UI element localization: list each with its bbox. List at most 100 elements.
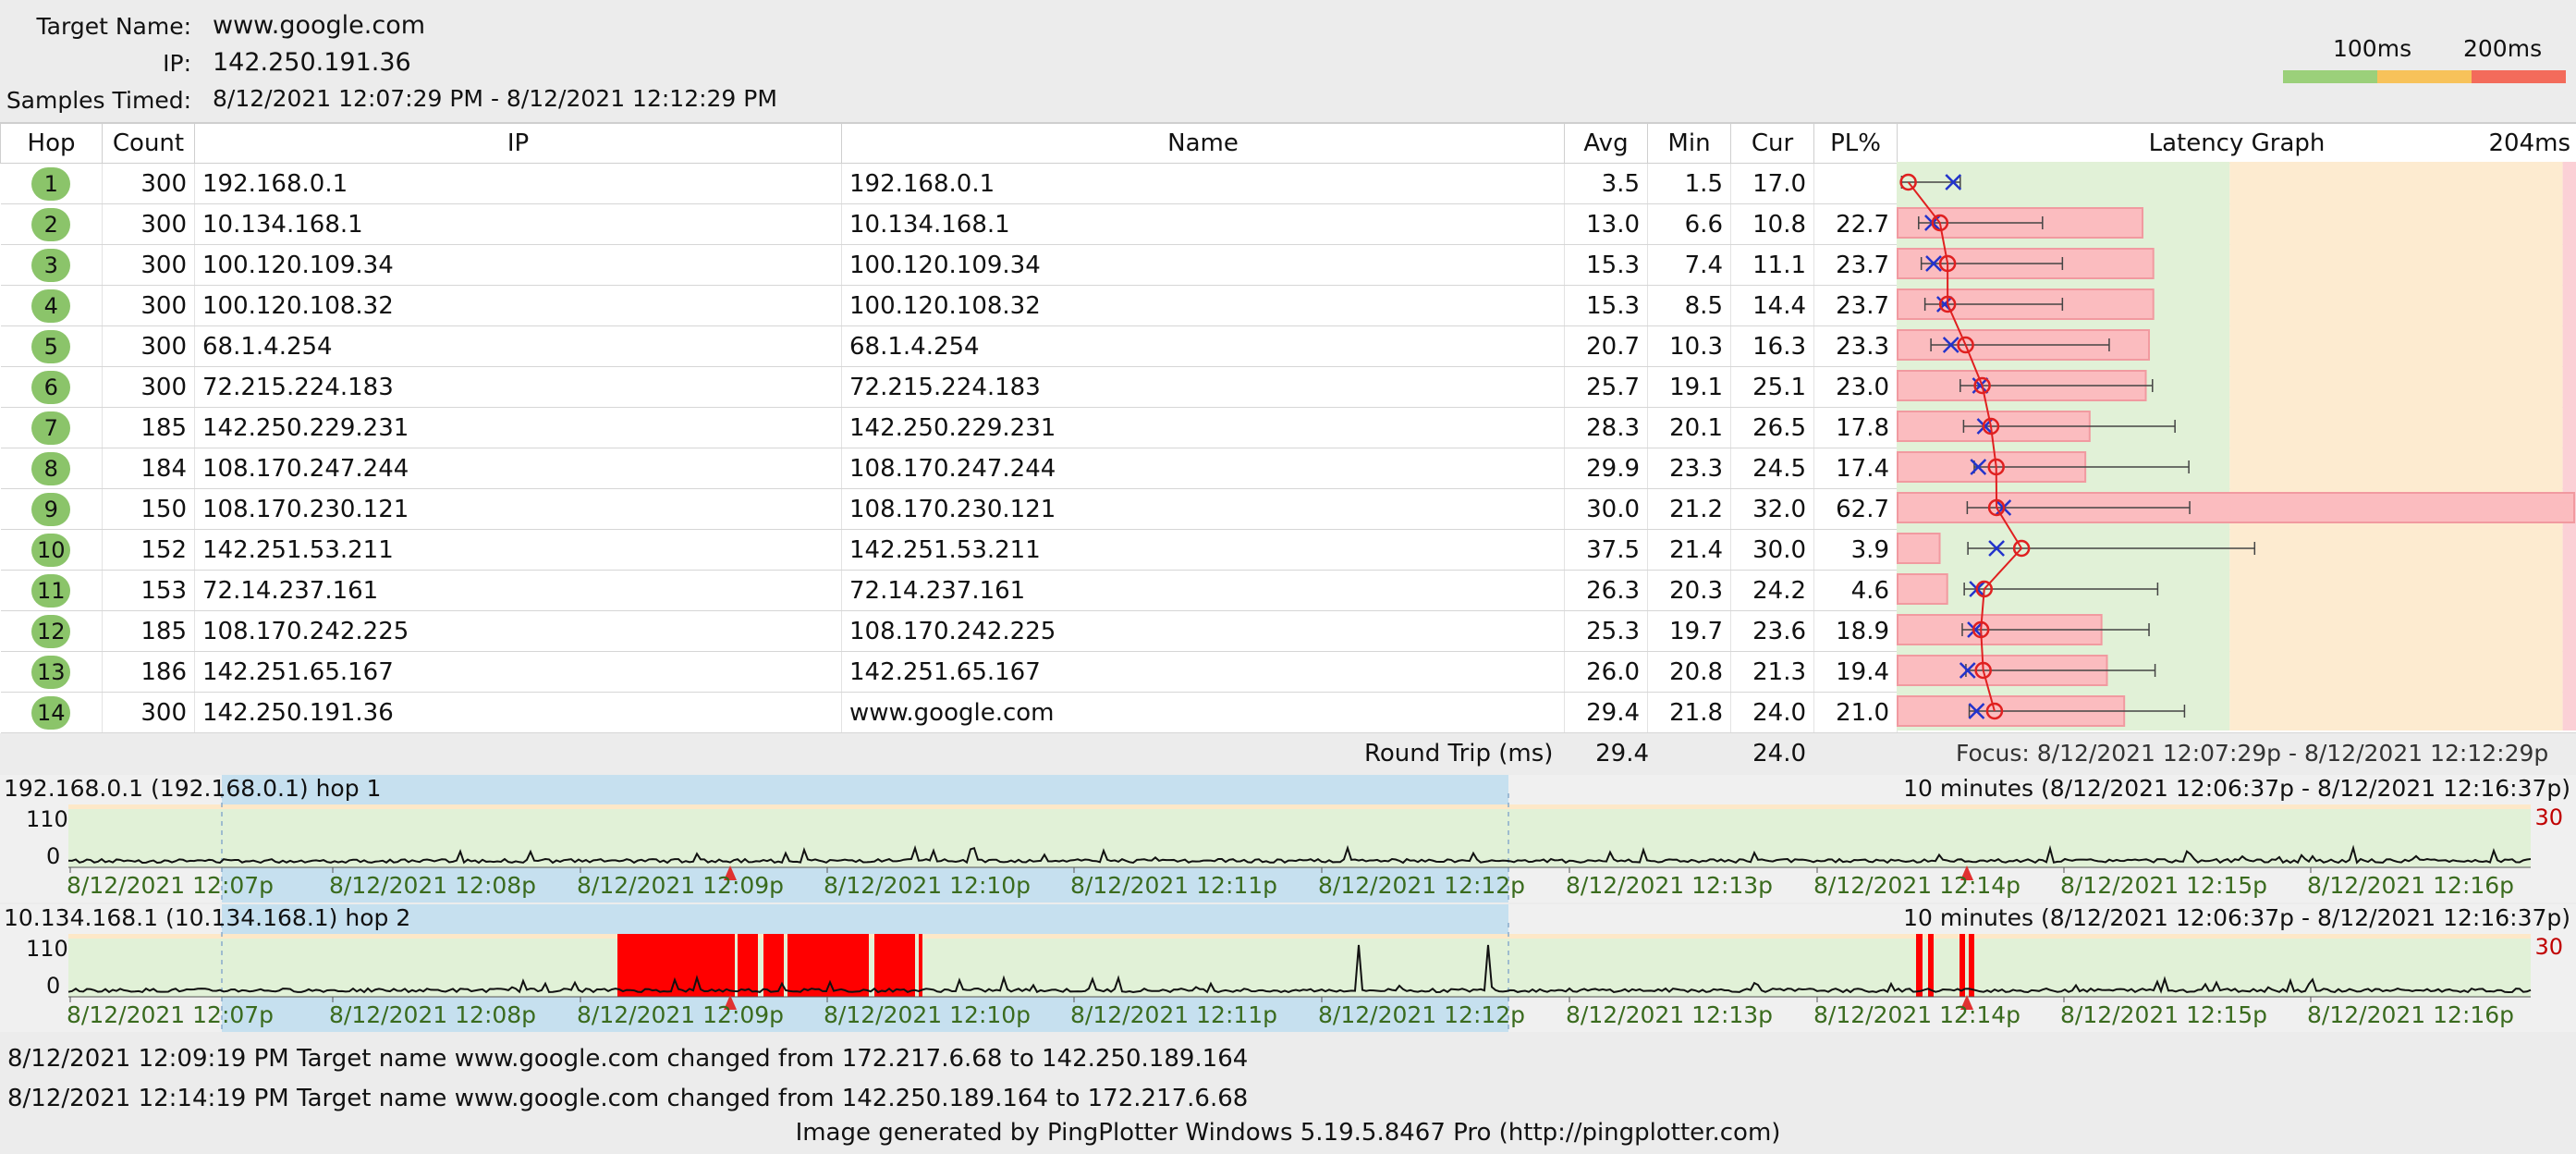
col-header-hop[interactable]: Hop [0, 122, 103, 164]
round-trip-label: Round Trip (ms) [1364, 740, 1554, 767]
x-axis-tick-label: 8/12/2021 12:07p [67, 1001, 275, 1028]
cell-cur: 14.4 [1730, 285, 1814, 326]
zone-warn [2229, 162, 2563, 730]
x-axis-tick-label: 8/12/2021 12:10p [824, 872, 1032, 899]
cell-name: 142.250.229.231 [841, 407, 1565, 448]
cell-avg: 28.3 [1564, 407, 1648, 448]
cell-avg: 15.3 [1564, 244, 1648, 286]
round-trip-row: Round Trip (ms) 29.4 24.0 Focus: 8/12/20… [0, 732, 2576, 773]
cell-name: www.google.com [841, 692, 1565, 733]
cell-count: 300 [102, 244, 195, 286]
hop-number-badge: 7 [31, 411, 71, 445]
time-graph-hop-1[interactable]: 192.168.0.1 (192.168.0.1) hop 1 10 minut… [0, 775, 2576, 902]
hop-number-badge: 1 [31, 166, 71, 201]
packet-loss-block [1969, 934, 1974, 997]
cell-name: 72.215.224.183 [841, 366, 1565, 408]
cell-pl: 23.3 [1813, 325, 1898, 367]
cell-cur: 10.8 [1730, 203, 1814, 245]
cell-ip: 142.250.191.36 [194, 692, 842, 733]
col-header-cur[interactable]: Cur [1730, 122, 1814, 164]
cell-pl: 23.7 [1813, 244, 1898, 286]
cell-name: 108.170.230.121 [841, 488, 1565, 530]
cell-min: 20.8 [1647, 651, 1731, 693]
cell-cur: 25.1 [1730, 366, 1814, 408]
hop-number-badge: 2 [31, 207, 71, 241]
cell-name: 108.170.247.244 [841, 448, 1565, 489]
ip-label: IP: [163, 50, 191, 77]
col-header-avg[interactable]: Avg [1564, 122, 1648, 164]
cell-name: 192.168.0.1 [841, 163, 1565, 204]
cell-name: 100.120.108.32 [841, 285, 1565, 326]
cell-pl: 4.6 [1813, 570, 1898, 611]
cell-pl: 23.0 [1813, 366, 1898, 408]
cell-cur: 24.0 [1730, 692, 1814, 733]
footer-credit: Image generated by PingPlotter Windows 5… [795, 1119, 1781, 1147]
hop-number-badge: 5 [31, 329, 71, 363]
col-header-name[interactable]: Name [841, 122, 1565, 164]
cell-min: 6.6 [1647, 203, 1731, 245]
cell-avg: 25.3 [1564, 610, 1648, 652]
packet-loss-bar [1897, 573, 1948, 605]
cell-pl: 17.8 [1813, 407, 1898, 448]
hop-cell: 14 [0, 692, 103, 733]
time-graph-hop-2[interactable]: 10.134.168.1 (10.134.168.1) hop 2 10 min… [0, 904, 2576, 1032]
target-name-label: Target Name: [36, 13, 191, 40]
cell-ip: 100.120.109.34 [194, 244, 842, 286]
cell-ip: 108.170.230.121 [194, 488, 842, 530]
col-header-pl[interactable]: PL% [1813, 122, 1898, 164]
hop-number-badge: 12 [31, 614, 71, 648]
col-header-ip[interactable]: IP [194, 122, 842, 164]
x-axis-tick-label: 8/12/2021 12:10p [824, 1001, 1032, 1028]
hop-cell: 12 [0, 610, 103, 652]
packet-loss-bar [1897, 533, 1941, 564]
hop-cell: 4 [0, 285, 103, 326]
x-axis-tick-label: 8/12/2021 12:16p [2307, 872, 2515, 899]
cell-name: 72.14.237.161 [841, 570, 1565, 611]
cell-min: 20.3 [1647, 570, 1731, 611]
hop-cell: 9 [0, 488, 103, 530]
cell-name: 68.1.4.254 [841, 325, 1565, 367]
cell-pl [1813, 163, 1898, 204]
cell-ip: 10.134.168.1 [194, 203, 842, 245]
samples-timed-value: 8/12/2021 12:07:29 PM - 8/12/2021 12:12:… [213, 85, 777, 112]
hop-number-badge: 11 [31, 573, 71, 608]
hop-cell: 2 [0, 203, 103, 245]
cell-min: 21.4 [1647, 529, 1731, 571]
cell-cur: 32.0 [1730, 488, 1814, 530]
x-axis-tick-label: 8/12/2021 12:16p [2307, 1001, 2515, 1028]
x-axis-tick-label: 8/12/2021 12:12p [1318, 872, 1526, 899]
col-header-count[interactable]: Count [102, 122, 195, 164]
cell-ip: 142.250.229.231 [194, 407, 842, 448]
cell-cur: 17.0 [1730, 163, 1814, 204]
cell-count: 186 [102, 651, 195, 693]
cell-cur: 11.1 [1730, 244, 1814, 286]
cell-avg: 26.3 [1564, 570, 1648, 611]
cell-ip: 72.215.224.183 [194, 366, 842, 408]
packet-loss-block [738, 934, 758, 997]
time-graph-range: 10 minutes (8/12/2021 12:06:37p - 8/12/2… [1903, 775, 2570, 802]
col-header-latency-graph[interactable]: Latency Graph 204ms [1897, 122, 2576, 164]
y-axis-max: 110 [26, 806, 68, 832]
cell-min: 10.3 [1647, 325, 1731, 367]
cell-avg: 29.9 [1564, 448, 1648, 489]
cell-count: 152 [102, 529, 195, 571]
hop-cell: 8 [0, 448, 103, 489]
cell-avg: 3.5 [1564, 163, 1648, 204]
hop-number-badge: 9 [31, 492, 71, 526]
cell-cur: 24.2 [1730, 570, 1814, 611]
plot-warn-band [68, 934, 2531, 939]
x-axis-tick-label: 8/12/2021 12:08p [329, 872, 537, 899]
hop-number-badge: 8 [31, 451, 71, 485]
latency-graph-title: Latency Graph [2148, 129, 2326, 157]
hop-cell: 7 [0, 407, 103, 448]
x-axis-tick-label: 8/12/2021 12:14p [1813, 1001, 2021, 1028]
zone-bad [2562, 162, 2576, 730]
cell-count: 300 [102, 203, 195, 245]
cell-min: 19.1 [1647, 366, 1731, 408]
cell-pl: 17.4 [1813, 448, 1898, 489]
packet-loss-block [874, 934, 915, 997]
col-header-min[interactable]: Min [1647, 122, 1731, 164]
time-graph-range: 10 minutes (8/12/2021 12:06:37p - 8/12/2… [1903, 904, 2570, 931]
summary-header: Target Name: www.google.com IP: 142.250.… [0, 0, 2576, 122]
cell-count: 300 [102, 366, 195, 408]
